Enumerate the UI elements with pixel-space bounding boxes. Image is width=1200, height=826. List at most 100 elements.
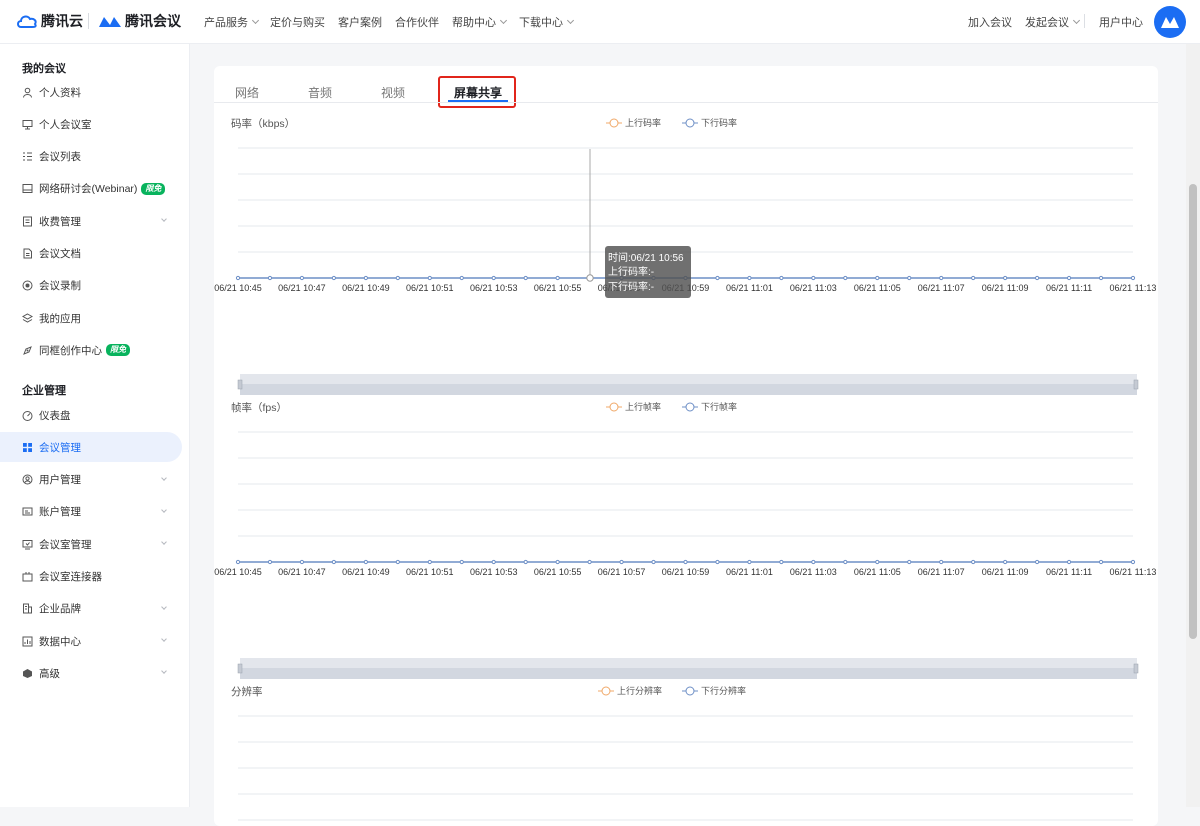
data-point[interactable] (1130, 275, 1136, 281)
zoom-handle-left[interactable] (237, 379, 243, 390)
data-point[interactable] (1066, 275, 1072, 281)
chevron-down-icon[interactable] (161, 539, 167, 546)
data-point[interactable] (875, 559, 880, 565)
sidebar-item-coin[interactable]: 收费管理 (0, 206, 182, 236)
sidebar-item-layers[interactable]: 我的应用 (0, 303, 182, 333)
sidebar-item-webinar[interactable]: 网络研讨会(Webinar) 限免 (0, 174, 182, 204)
user-center-link[interactable]: 用户中心 (1099, 14, 1143, 30)
legend-item[interactable]: 下行分辨率 (682, 685, 746, 696)
data-point[interactable] (235, 275, 241, 281)
start-meeting-link[interactable]: 发起会议 (1025, 14, 1081, 30)
data-point[interactable] (395, 275, 400, 281)
sidebar-item-list[interactable]: 会议列表 (0, 142, 182, 172)
data-point[interactable] (779, 559, 784, 565)
tencent-meeting-logo[interactable]: 腾讯会议 (98, 10, 181, 32)
zoom-handle-left[interactable] (237, 663, 243, 674)
data-point[interactable] (971, 275, 976, 281)
legend-item[interactable]: 下行码率 (682, 117, 737, 128)
data-point[interactable] (843, 275, 848, 281)
chevron-down-icon[interactable] (161, 668, 167, 675)
chevron-down-icon[interactable] (161, 636, 167, 642)
data-point[interactable] (747, 275, 752, 281)
nav-help[interactable]: 帮助中心 (452, 14, 508, 30)
data-point[interactable] (555, 275, 560, 281)
legend-item[interactable]: 上行分辨率 (598, 685, 662, 696)
nav-download[interactable]: 下载中心 (519, 14, 575, 30)
data-point[interactable] (267, 275, 273, 281)
nav-partners[interactable]: 合作伙伴 (395, 14, 439, 30)
data-zoom-slider[interactable] (237, 658, 1139, 679)
data-point[interactable] (363, 559, 368, 565)
chevron-down-icon[interactable] (161, 507, 167, 513)
legend-item[interactable]: 下行帧率 (682, 401, 737, 412)
data-point[interactable] (907, 275, 912, 281)
scrollbar-thumb[interactable] (1189, 184, 1197, 639)
data-point[interactable] (907, 559, 912, 565)
data-point[interactable] (811, 275, 816, 281)
data-point[interactable] (939, 275, 944, 281)
data-point[interactable] (1066, 559, 1072, 565)
join-meeting-link[interactable]: 加入会议 (968, 14, 1012, 30)
data-point[interactable] (875, 275, 880, 281)
data-point[interactable] (843, 559, 848, 565)
data-point[interactable] (619, 559, 624, 565)
data-point[interactable] (939, 559, 944, 565)
data-point[interactable] (715, 559, 720, 565)
data-point[interactable] (299, 275, 305, 281)
avatar[interactable] (1154, 6, 1186, 38)
sidebar-item-room[interactable]: 会议室管理 (0, 529, 182, 559)
data-point[interactable] (811, 559, 816, 565)
data-point[interactable] (363, 275, 368, 281)
data-point[interactable] (651, 559, 656, 565)
sidebar-item-cube[interactable]: 高级 (0, 658, 182, 688)
data-point[interactable] (971, 559, 976, 565)
sidebar-item-record[interactable]: 会议录制 (0, 271, 182, 301)
sidebar-item-data[interactable]: 数据中心 (0, 626, 182, 656)
data-point[interactable] (747, 559, 752, 565)
zoom-handle-right[interactable] (1133, 379, 1139, 390)
legend-item[interactable]: 上行帧率 (606, 401, 661, 412)
data-point[interactable] (523, 559, 528, 565)
sidebar-item-connector[interactable]: 会议室连接器 (0, 562, 182, 592)
data-point[interactable] (1130, 559, 1136, 565)
data-point[interactable] (1035, 559, 1040, 565)
sidebar-item-creative[interactable]: 同框创作中心 限免 (0, 335, 182, 365)
data-point[interactable] (331, 275, 336, 281)
data-point[interactable] (1003, 275, 1008, 281)
data-point[interactable] (1098, 559, 1104, 565)
data-point[interactable] (1003, 559, 1008, 565)
sidebar-item-building[interactable]: 企业品牌 (0, 594, 182, 624)
data-point[interactable] (1098, 275, 1104, 281)
sidebar-item-grid[interactable]: 会议管理 (0, 432, 182, 463)
data-point[interactable] (491, 559, 496, 565)
nav-cases[interactable]: 客户案例 (338, 14, 382, 30)
data-point[interactable] (299, 559, 305, 565)
chevron-down-icon[interactable] (161, 603, 167, 610)
sidebar-item-users[interactable]: 用户管理 (0, 465, 182, 495)
data-point[interactable] (235, 559, 241, 565)
data-point[interactable] (427, 275, 432, 281)
data-point[interactable] (555, 559, 560, 565)
data-point[interactable] (715, 275, 720, 281)
data-point[interactable] (1035, 275, 1040, 281)
sidebar-item-account[interactable]: 账户管理 (0, 497, 182, 527)
data-point[interactable] (459, 559, 464, 565)
data-point[interactable] (267, 559, 273, 565)
sidebar-item-monitor[interactable]: 个人会议室 (0, 109, 182, 139)
legend-item[interactable]: 上行码率 (606, 117, 661, 128)
data-point[interactable] (427, 559, 432, 565)
tencent-cloud-logo[interactable]: 腾讯云 (16, 10, 83, 32)
chevron-down-icon[interactable] (161, 474, 167, 481)
data-point[interactable] (683, 559, 688, 565)
sidebar-item-document[interactable]: 会议文档 (0, 239, 182, 269)
data-point[interactable] (779, 275, 784, 281)
nav-pricing[interactable]: 定价与购买 (270, 14, 325, 30)
data-zoom-slider[interactable] (237, 374, 1139, 395)
scrollbar[interactable] (1186, 44, 1200, 807)
data-point[interactable] (523, 275, 528, 281)
zoom-handle-right[interactable] (1133, 663, 1139, 674)
hovered-point[interactable] (586, 274, 594, 282)
data-point[interactable] (459, 275, 464, 281)
nav-products[interactable]: 产品服务 (204, 14, 260, 30)
data-point[interactable] (395, 559, 400, 565)
